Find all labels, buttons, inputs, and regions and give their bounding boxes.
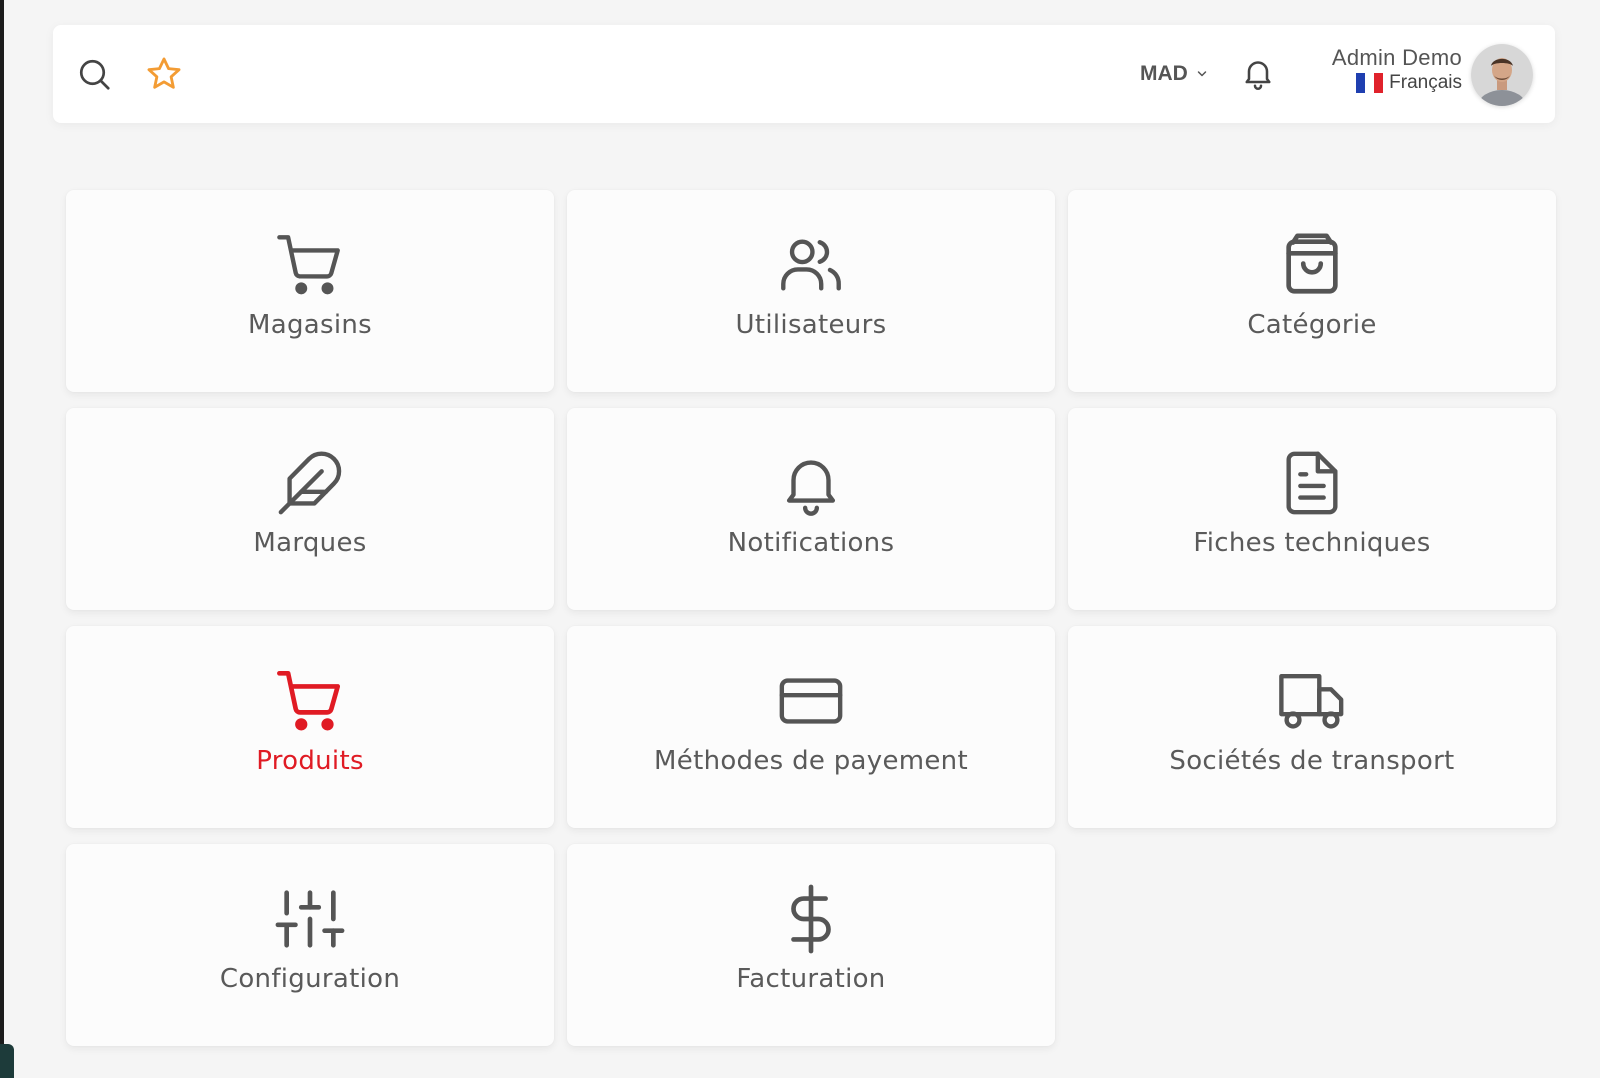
tile-label: Produits	[256, 746, 364, 776]
tile-societes-de-transport[interactable]: Sociétés de transport	[1068, 626, 1556, 828]
tile-utilisateurs[interactable]: Utilisateurs	[567, 190, 1055, 392]
france-flag-icon	[1356, 73, 1384, 93]
language-label: Français	[1389, 72, 1462, 93]
tile-label: Configuration	[219, 964, 401, 994]
tile-label: Utilisateurs	[735, 310, 887, 340]
window-edge	[0, 0, 4, 1078]
user-menu[interactable]: Admin Demo Français	[1300, 45, 1462, 101]
tile-label: Méthodes de payement	[654, 746, 968, 776]
tile-label: Facturation	[736, 964, 886, 994]
star-icon[interactable]	[144, 54, 184, 94]
tile-notifications[interactable]: Notifications	[567, 408, 1055, 610]
tile-configuration[interactable]: Configuration	[66, 844, 554, 1046]
tile-label: Fiches techniques	[1193, 528, 1431, 558]
tile-categorie[interactable]: Catégorie	[1068, 190, 1556, 392]
dollar-icon	[567, 884, 1055, 954]
bell-icon[interactable]	[1238, 53, 1278, 93]
tile-label: Notifications	[727, 528, 895, 558]
tile-label: Marques	[253, 528, 367, 558]
chevron-down-icon	[1197, 71, 1207, 77]
corner-badge	[0, 1044, 14, 1078]
users-icon	[567, 230, 1055, 300]
bell-icon	[567, 448, 1055, 518]
language-selector[interactable]: Français	[1300, 71, 1462, 95]
currency-label: MAD	[1140, 62, 1188, 85]
tile-label: Catégorie	[1247, 310, 1377, 340]
feather-icon	[66, 448, 554, 518]
document-icon	[1068, 448, 1556, 518]
search-icon[interactable]	[74, 54, 114, 94]
tile-facturation[interactable]: Facturation	[567, 844, 1055, 1046]
tile-marques[interactable]: Marques	[66, 408, 554, 610]
credit-card-icon	[567, 666, 1055, 736]
tile-label: Sociétés de transport	[1169, 746, 1455, 776]
tile-label: Magasins	[248, 310, 372, 340]
truck-icon	[1068, 666, 1556, 736]
shopping-bag-icon	[1068, 230, 1556, 300]
sliders-icon	[66, 884, 554, 954]
tile-magasins[interactable]: Magasins	[66, 190, 554, 392]
tile-methodes-de-payement[interactable]: Méthodes de payement	[567, 626, 1055, 828]
user-name: Admin Demo	[1331, 45, 1462, 70]
cart-icon	[66, 230, 554, 300]
cart-icon	[66, 666, 554, 736]
tile-fiches-techniques[interactable]: Fiches techniques	[1068, 408, 1556, 610]
avatar[interactable]	[1471, 44, 1533, 106]
currency-selector[interactable]: MAD	[1140, 58, 1208, 90]
tile-produits[interactable]: Produits	[66, 626, 554, 828]
